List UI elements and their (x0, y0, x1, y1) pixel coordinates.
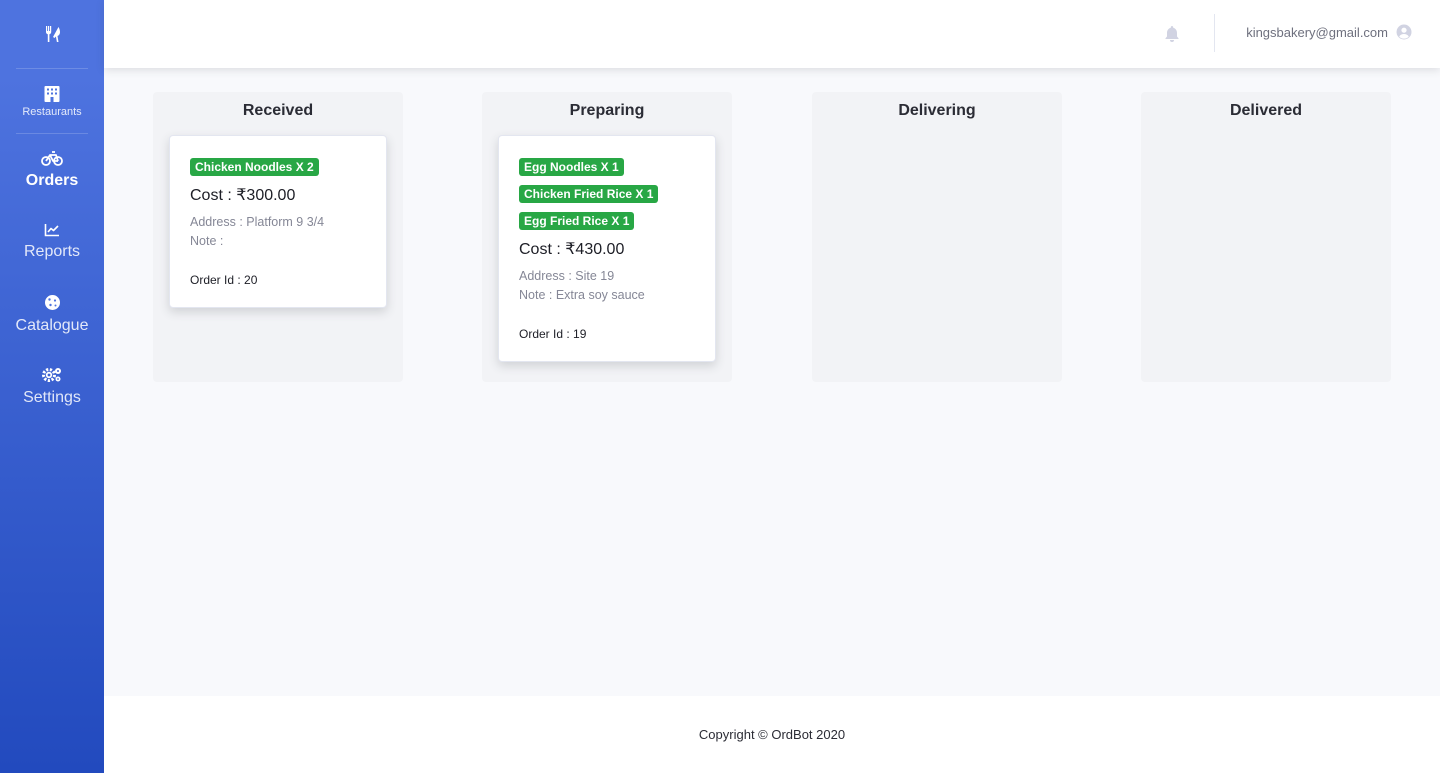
order-item-badge: Chicken Noodles X 2 (190, 158, 319, 176)
column-delivering: Delivering (812, 92, 1062, 382)
topbar-divider (1214, 14, 1215, 52)
bicycle-icon (41, 151, 63, 166)
order-items: Chicken Noodles X 2 (190, 158, 366, 185)
order-item-badge: Egg Noodles X 1 (519, 158, 624, 176)
cookie-icon (44, 294, 60, 310)
user-menu[interactable]: kingsbakery@gmail.com (1246, 24, 1412, 40)
sidebar-item-settings[interactable]: Settings (0, 350, 104, 422)
order-cost: Cost : ₹430.00 (519, 241, 625, 258)
topbar: kingsbakery@gmail.com (104, 0, 1440, 68)
sidebar-item-label: Restaurants (22, 105, 82, 118)
chart-line-icon (44, 224, 59, 237)
sidebar-item-restaurants[interactable]: Restaurants (0, 69, 104, 133)
sidebar: Restaurants Orders Reports Catalogue Set… (0, 0, 104, 773)
user-circle-icon (1396, 24, 1412, 40)
order-address: Address : Platform 9 3/4 (190, 215, 325, 229)
order-item-badge: Chicken Fried Rice X 1 (519, 185, 659, 203)
cogs-icon (42, 367, 61, 382)
column-title: Delivering (898, 102, 976, 119)
order-address: Address : Site 19 (519, 269, 615, 283)
user-email: kingsbakery@gmail.com (1246, 24, 1388, 40)
bell-icon (1165, 26, 1179, 42)
sidebar-item-label: Orders (25, 172, 79, 189)
order-card[interactable]: Egg Noodles X 1 Chicken Fried Rice X 1 E… (498, 135, 716, 362)
sidebar-item-reports[interactable]: Reports (0, 206, 104, 278)
column-received: Received Chicken Noodles X 2 Cost : ₹300… (153, 92, 403, 382)
utensils-icon (46, 26, 60, 42)
order-card[interactable]: Chicken Noodles X 2 Cost : ₹300.00 Addre… (169, 135, 387, 308)
order-id: Order Id : 19 (519, 327, 587, 341)
sidebar-item-label: Reports (23, 243, 81, 260)
order-id: Order Id : 20 (190, 273, 258, 287)
footer: Copyright © OrdBot 2020 (104, 696, 1440, 773)
order-items: Egg Noodles X 1 Chicken Fried Rice X 1 E… (519, 158, 695, 239)
column-preparing: Preparing Egg Noodles X 1 Chicken Fried … (482, 92, 732, 382)
column-title: Received (242, 102, 314, 119)
order-note: Note : (190, 234, 224, 248)
sidebar-item-label: Settings (23, 388, 81, 406)
order-cost: Cost : ₹300.00 (190, 187, 296, 204)
brand-logo[interactable] (0, 0, 104, 68)
column-delivered: Delivered (1141, 92, 1391, 382)
sidebar-item-catalogue[interactable]: Catalogue (0, 278, 104, 350)
building-icon (44, 85, 60, 102)
order-item-badge: Egg Fried Rice X 1 (519, 212, 635, 230)
copyright-text: Copyright © OrdBot 2020 (698, 727, 846, 742)
column-title: Delivered (1229, 102, 1303, 119)
notifications-button[interactable] (1162, 24, 1182, 44)
column-title: Preparing (569, 102, 645, 119)
order-note: Note : Extra soy sauce (519, 288, 645, 302)
sidebar-item-orders[interactable]: Orders (0, 134, 104, 206)
sidebar-item-label: Catalogue (15, 316, 89, 334)
